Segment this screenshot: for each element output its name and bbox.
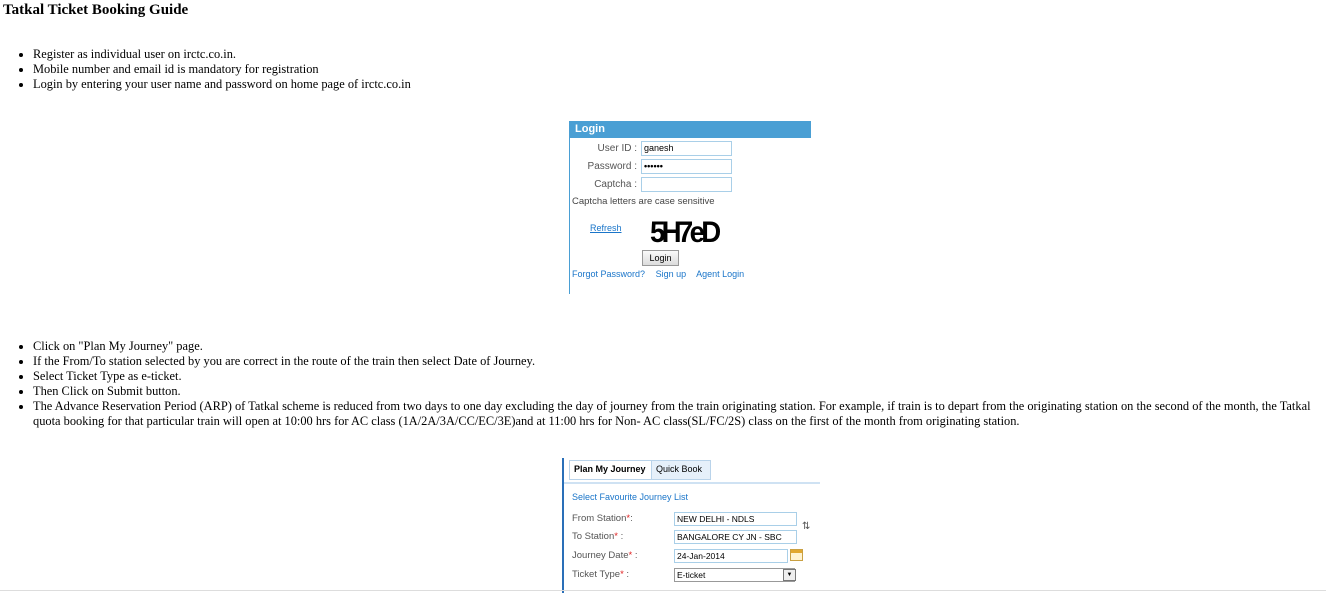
tab-plan-my-journey[interactable]: Plan My Journey bbox=[569, 460, 655, 480]
login-header: Login bbox=[570, 121, 811, 138]
password-label: Password : bbox=[587, 161, 637, 172]
swap-arrows-icon[interactable]: ⇅ bbox=[802, 521, 810, 532]
list-item: The Advance Reservation Period (ARP) of … bbox=[33, 399, 1323, 429]
list-item: If the From/To station selected by you a… bbox=[33, 354, 1323, 369]
journey-tabs: Plan My Journey Quick Book bbox=[564, 458, 820, 484]
list-item: Click on "Plan My Journey" page. bbox=[33, 339, 1323, 354]
user-id-input[interactable]: ganesh bbox=[641, 141, 732, 156]
captcha-image: 5H7eD bbox=[650, 216, 722, 247]
from-station-label: From Station*: bbox=[572, 513, 633, 524]
list-item: Login by entering your user name and pas… bbox=[33, 77, 1323, 92]
list-item: Then Click on Submit button. bbox=[33, 384, 1323, 399]
calendar-icon[interactable] bbox=[790, 549, 803, 561]
list-item: Register as individual user on irctc.co.… bbox=[33, 47, 1323, 62]
plan-journey-panel: Plan My Journey Quick Book Select Favour… bbox=[562, 458, 820, 593]
to-station-row: To Station* : BANGALORE CY JN - SBC bbox=[564, 530, 820, 544]
to-station-input[interactable]: BANGALORE CY JN - SBC bbox=[674, 530, 797, 544]
login-panel: Login User ID : ganesh Password : ••••••… bbox=[569, 121, 811, 294]
forgot-password-link[interactable]: Forgot Password? bbox=[572, 269, 645, 279]
steps-list-journey: Click on "Plan My Journey" page. If the … bbox=[0, 339, 1323, 429]
user-id-row: User ID : ganesh bbox=[570, 141, 810, 157]
journey-date-row: Journey Date* : 24-Jan-2014 bbox=[564, 549, 820, 563]
steps-list-login: Register as individual user on irctc.co.… bbox=[0, 47, 1323, 92]
refresh-captcha-link[interactable]: Refresh bbox=[590, 223, 622, 233]
to-station-label: To Station* : bbox=[572, 531, 624, 542]
ticket-type-select[interactable]: E-ticket bbox=[674, 568, 795, 582]
list-item: Select Ticket Type as e-ticket. bbox=[33, 369, 1323, 384]
user-id-label: User ID : bbox=[597, 143, 637, 154]
from-station-input[interactable]: NEW DELHI - NDLS bbox=[674, 512, 797, 526]
page-title: Tatkal Ticket Booking Guide bbox=[3, 2, 189, 18]
journey-date-input[interactable]: 24-Jan-2014 bbox=[674, 549, 788, 563]
ticket-type-label: Ticket Type* : bbox=[572, 569, 630, 580]
captcha-case-note: Captcha letters are case sensitive bbox=[572, 196, 715, 207]
captcha-label: Captcha : bbox=[594, 179, 637, 190]
password-input[interactable]: •••••• bbox=[641, 159, 732, 174]
agent-login-link[interactable]: Agent Login bbox=[696, 269, 744, 279]
login-links: Forgot Password? Sign up Agent Login bbox=[572, 269, 752, 279]
password-row: Password : •••••• bbox=[570, 159, 810, 175]
ticket-type-row: Ticket Type* : E-ticket bbox=[564, 568, 820, 582]
captcha-row: Captcha : bbox=[570, 177, 810, 193]
list-item: Mobile number and email id is mandatory … bbox=[33, 62, 1323, 77]
chevron-down-icon[interactable]: ▼ bbox=[783, 569, 796, 581]
tab-quick-book[interactable]: Quick Book bbox=[651, 460, 711, 480]
favourite-journey-link[interactable]: Select Favourite Journey List bbox=[572, 492, 688, 502]
sign-up-link[interactable]: Sign up bbox=[656, 269, 687, 279]
login-button[interactable]: Login bbox=[642, 250, 679, 266]
from-station-row: From Station*: NEW DELHI - NDLS bbox=[564, 512, 820, 526]
journey-date-label: Journey Date* : bbox=[572, 550, 638, 561]
bottom-divider bbox=[0, 590, 1326, 591]
captcha-input[interactable] bbox=[641, 177, 732, 192]
svg-text:5H7eD: 5H7eD bbox=[650, 216, 720, 247]
